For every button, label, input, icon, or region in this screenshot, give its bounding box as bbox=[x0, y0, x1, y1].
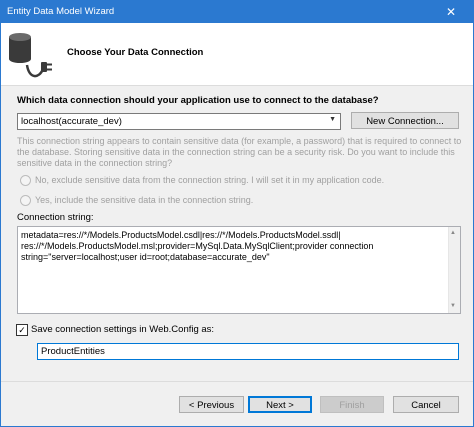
radio-include-label: Yes, include the sensitive data in the c… bbox=[35, 195, 254, 205]
previous-button[interactable]: < Previous bbox=[179, 396, 244, 413]
finish-button[interactable]: Finish bbox=[320, 396, 384, 413]
radio-exclude-label: No, exclude sensitive data from the conn… bbox=[35, 175, 385, 185]
connection-question: Which data connection should your applic… bbox=[17, 95, 379, 106]
cancel-button[interactable]: Cancel bbox=[393, 396, 459, 413]
vertical-scrollbar[interactable]: ▲ ▼ bbox=[448, 227, 460, 313]
sensitive-data-notice: This connection string appears to contai… bbox=[17, 136, 462, 168]
entity-name-input[interactable]: ProductEntities bbox=[37, 343, 459, 360]
page-heading: Choose Your Data Connection bbox=[67, 47, 204, 58]
radio-include-button[interactable] bbox=[20, 195, 31, 206]
radio-exclude-button[interactable] bbox=[20, 175, 31, 186]
radio-exclude-sensitive[interactable]: No, exclude sensitive data from the conn… bbox=[20, 175, 385, 186]
connection-string-line: res://*/Models.ProductsModel.msl;provide… bbox=[21, 241, 374, 251]
connection-dropdown-value: localhost(accurate_dev) bbox=[21, 116, 122, 127]
database-plug-icon bbox=[9, 33, 52, 78]
wizard-header: Choose Your Data Connection bbox=[1, 23, 473, 86]
connection-string-line: metadata=res://*/Models.ProductsModel.cs… bbox=[21, 230, 341, 240]
connection-string-line: string="server=localhost;user id=root;da… bbox=[21, 252, 270, 262]
footer-divider bbox=[1, 381, 473, 382]
scroll-down-icon[interactable]: ▼ bbox=[450, 301, 456, 312]
new-connection-button[interactable]: New Connection... bbox=[351, 112, 459, 129]
close-icon[interactable]: ✕ bbox=[429, 1, 473, 23]
next-button[interactable]: Next > bbox=[248, 396, 312, 413]
radio-include-sensitive[interactable]: Yes, include the sensitive data in the c… bbox=[20, 195, 254, 206]
save-settings-label: Save connection settings in Web.Config a… bbox=[31, 324, 215, 335]
connection-dropdown[interactable]: localhost(accurate_dev) ▼ bbox=[17, 113, 341, 130]
title-bar: Entity Data Model Wizard ✕ bbox=[1, 1, 473, 23]
connection-string-box[interactable]: metadata=res://*/Models.ProductsModel.cs… bbox=[17, 226, 461, 314]
connection-string-label: Connection string: bbox=[17, 212, 94, 223]
wizard-window: Entity Data Model Wizard ✕ Choose Your D… bbox=[0, 0, 474, 427]
scroll-up-icon[interactable]: ▲ bbox=[450, 228, 456, 239]
chevron-down-icon: ▼ bbox=[329, 116, 336, 123]
window-title: Entity Data Model Wizard bbox=[7, 6, 115, 17]
save-settings-checkbox[interactable]: ✓ bbox=[16, 324, 28, 336]
